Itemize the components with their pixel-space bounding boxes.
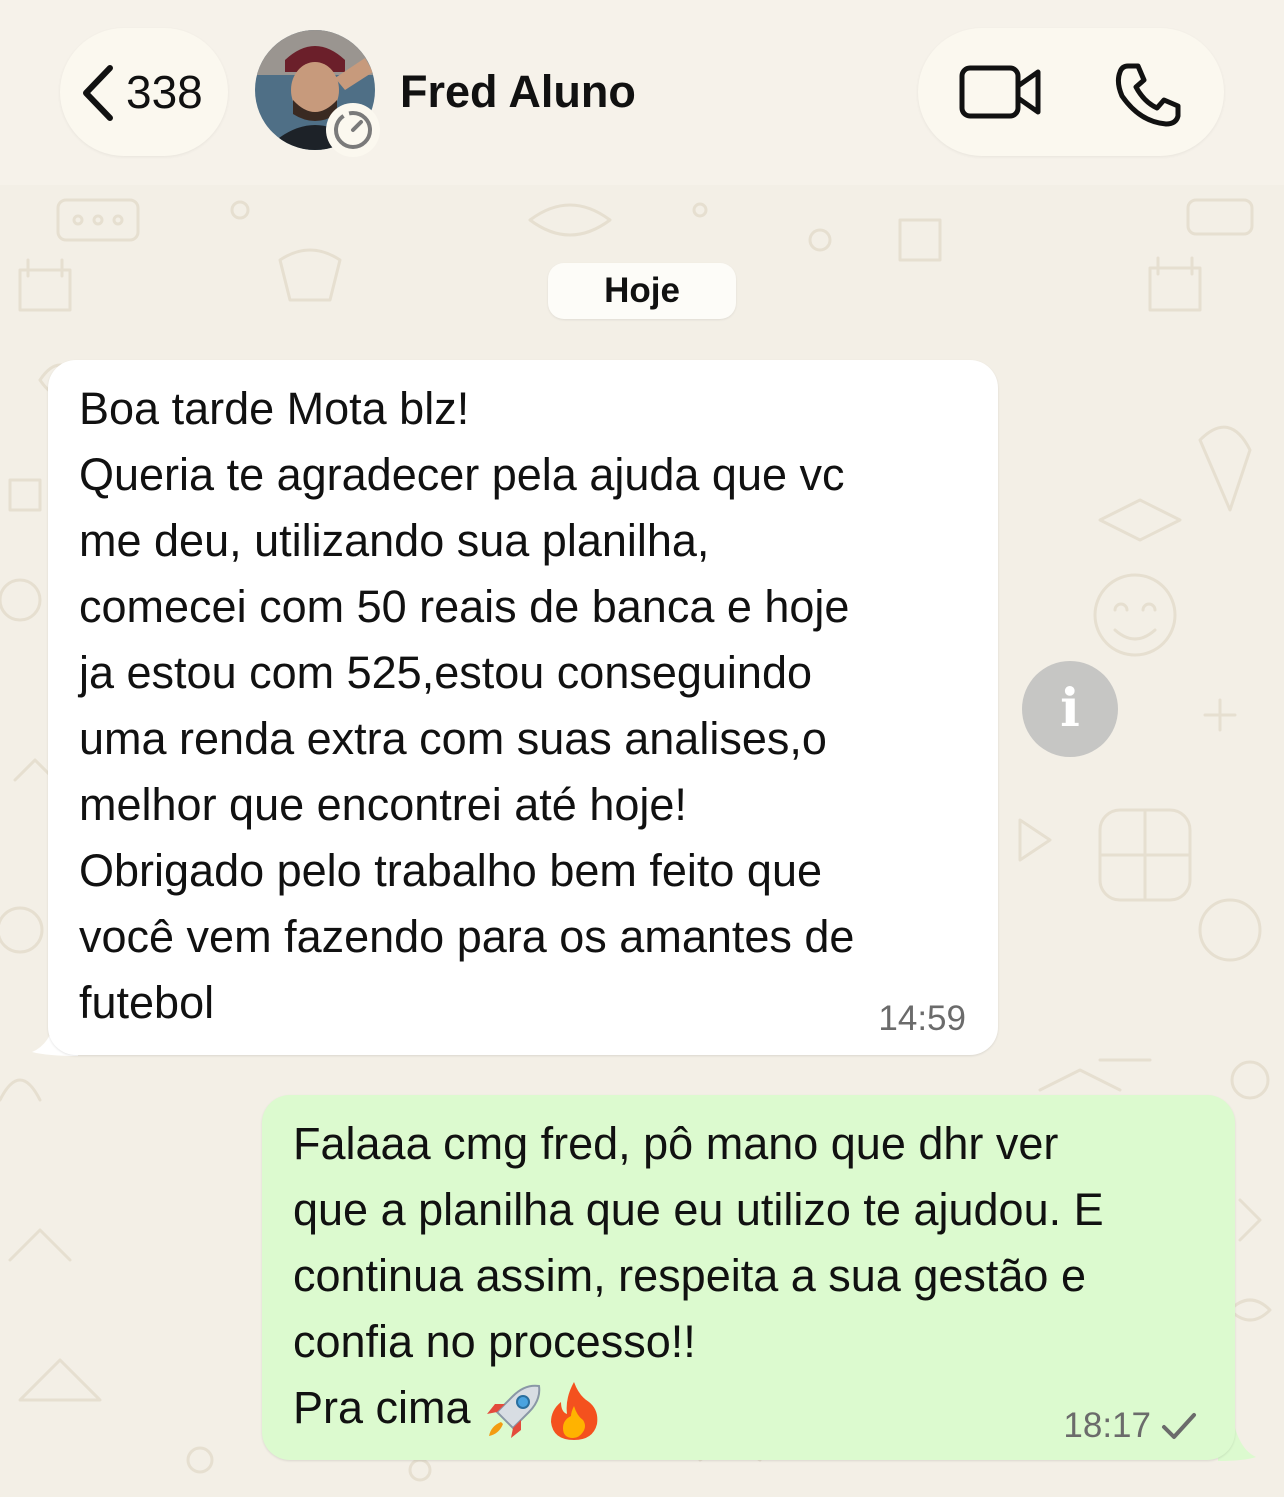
rocket-icon	[487, 1384, 541, 1439]
chevron-left-icon	[83, 65, 113, 121]
disappearing-timer-icon	[326, 103, 380, 157]
phone-call-icon[interactable]	[1114, 60, 1184, 130]
info-button[interactable]: i	[1022, 661, 1118, 757]
message-meta: 18:17	[1063, 1406, 1197, 1446]
message-body: Falaaa cmg fred, pô mano que dhr ver que…	[293, 1118, 1104, 1433]
message-bubble-outgoing[interactable]: Falaaa cmg fred, pô mano que dhr ver que…	[262, 1095, 1235, 1460]
date-separator: Hoje	[548, 263, 736, 319]
fire-icon	[551, 1382, 598, 1441]
chat-header: 338 Fred Aluno	[0, 0, 1284, 185]
message-bubble-incoming[interactable]: Boa tarde Mota blz! Queria te agradecer …	[48, 360, 998, 1055]
unread-count: 338	[126, 66, 203, 118]
back-button[interactable]: 338	[60, 28, 228, 156]
call-actions	[918, 28, 1224, 156]
message-time: 14:59	[878, 999, 966, 1038]
message-time-outgoing: 18:17	[1063, 1406, 1151, 1445]
message-text: Boa tarde Mota blz! Queria te agradecer …	[79, 383, 855, 1028]
sent-check-icon	[1162, 1413, 1196, 1439]
contact-name[interactable]: Fred Aluno	[400, 64, 636, 120]
video-call-icon[interactable]	[958, 62, 1044, 122]
message-text-outgoing: Falaaa cmg fred, pô mano que dhr ver que…	[293, 1111, 1223, 1442]
info-icon: i	[1060, 678, 1080, 739]
